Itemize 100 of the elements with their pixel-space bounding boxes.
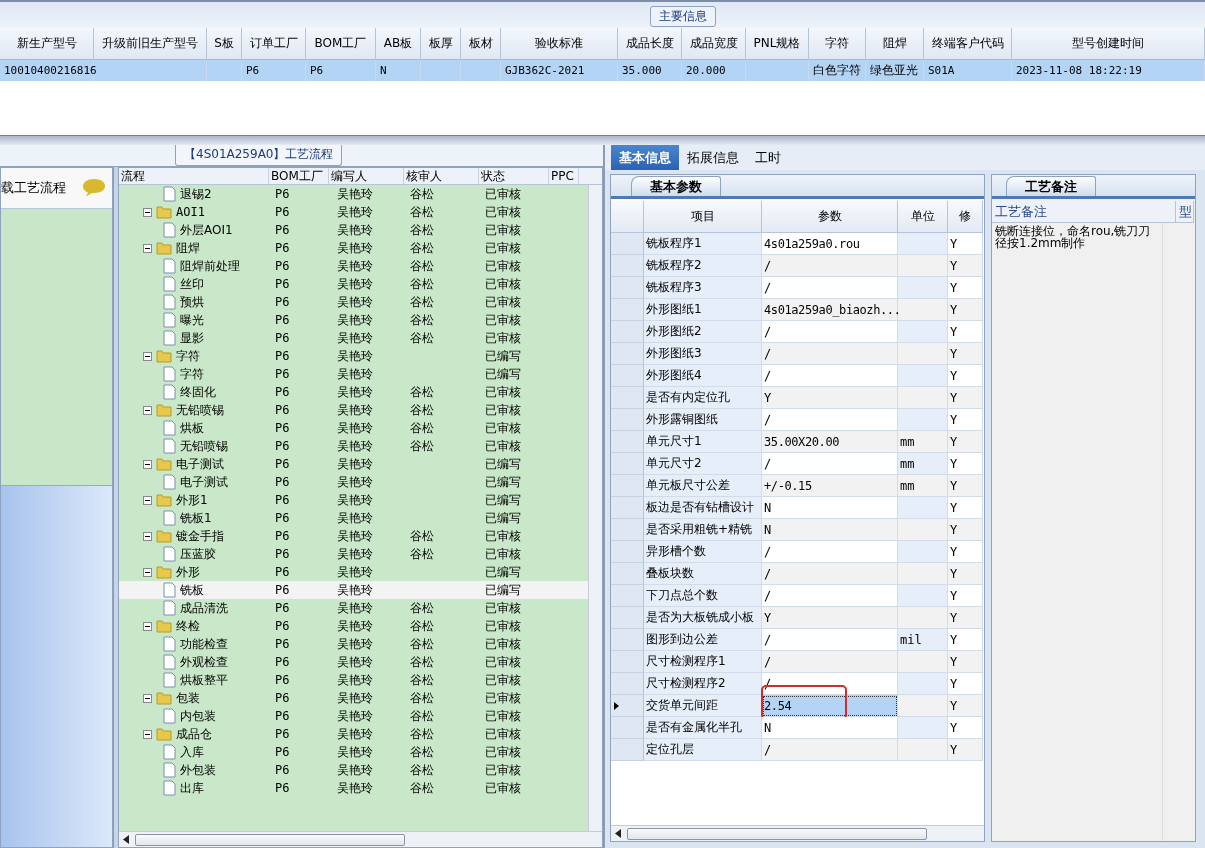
column-header[interactable]: 成品长度 — [618, 28, 682, 60]
param-cell[interactable]: / — [762, 255, 898, 277]
param-cell[interactable]: / — [762, 365, 898, 387]
param-cell[interactable]: N — [762, 497, 898, 519]
table-row[interactable]: 10010400216816 P6 P6 N GJB362C-2021 35.000 20.000 白色字符 绿色亚光 S01A 2023-11-08 18:22:19 — [0, 60, 1205, 81]
column-header[interactable]: S板 — [207, 28, 242, 60]
param-cell[interactable]: / — [762, 343, 898, 365]
scroll-left-icon[interactable] — [123, 835, 129, 844]
tree-row[interactable]: 电子测试 P6 吴艳玲 已编写 — [119, 473, 588, 491]
collapse-icon[interactable] — [143, 243, 152, 253]
column-header[interactable]: 板厚 — [421, 28, 461, 60]
tree-row[interactable]: 电子测试 P6 吴艳玲 已编写 — [119, 455, 588, 473]
param-cell[interactable]: +/-0.15 — [762, 475, 898, 497]
param-cell[interactable]: / — [762, 277, 898, 299]
tree-row[interactable]: 烘板 P6 吴艳玲 谷松 已审核 — [119, 419, 588, 437]
column-header[interactable]: 板材 — [461, 28, 501, 60]
tree-row[interactable]: 入库 P6 吴艳玲 谷松 已审核 — [119, 743, 588, 761]
scroll-left-icon[interactable] — [615, 829, 621, 838]
tree-row[interactable]: 阻焊 P6 吴艳玲 谷松 已审核 — [119, 239, 588, 257]
param-cell[interactable]: / — [762, 651, 898, 673]
column-header[interactable]: 阻焊 — [866, 28, 924, 60]
splitter-bar[interactable] — [113, 167, 118, 848]
tab[interactable]: 基本信息 — [611, 145, 679, 170]
column-header[interactable]: 单位 — [898, 201, 948, 233]
tree-row[interactable]: 烘板整平 P6 吴艳玲 谷松 已审核 — [119, 671, 588, 689]
collapse-icon[interactable] — [143, 495, 152, 505]
tree-row[interactable]: 无铅喷锡 P6 吴艳玲 谷松 已审核 — [119, 437, 588, 455]
tree-row[interactable]: AOI1 P6 吴艳玲 谷松 已审核 — [119, 203, 588, 221]
collapse-icon[interactable] — [143, 531, 152, 541]
splitter-bar[interactable] — [0, 135, 1205, 145]
tree-row[interactable]: 阻焊前处理 P6 吴艳玲 谷松 已审核 — [119, 257, 588, 275]
param-cell[interactable]: / — [762, 563, 898, 585]
param-cell[interactable]: / — [762, 409, 898, 431]
collapse-icon[interactable] — [143, 729, 152, 739]
param-cell[interactable]: / — [762, 629, 898, 651]
column-header[interactable]: 参数 — [762, 201, 898, 233]
tree-row[interactable]: 预烘 P6 吴艳玲 谷松 已审核 — [119, 293, 588, 311]
tab[interactable]: 工时 — [747, 145, 789, 170]
collapse-icon[interactable] — [143, 621, 152, 631]
param-cell[interactable]: N — [762, 519, 898, 541]
tree-row[interactable]: 成品清洗 P6 吴艳玲 谷松 已审核 — [119, 599, 588, 617]
column-header[interactable]: AB板 — [376, 28, 421, 60]
vertical-scrollbar[interactable] — [588, 185, 602, 831]
tree-row[interactable]: 成品仓 P6 吴艳玲 谷松 已审核 — [119, 725, 588, 743]
column-header[interactable]: 终端客户代码 — [924, 28, 1012, 60]
param-cell[interactable]: 35.00X20.00 — [762, 431, 898, 453]
column-header[interactable]: PNL规格 — [746, 28, 809, 60]
column-header[interactable]: 型 — [1176, 201, 1194, 223]
param-cell[interactable]: 4s01a259a0_biaozh... — [762, 299, 898, 321]
collapse-icon[interactable] — [143, 693, 152, 703]
column-header[interactable]: 项目 — [644, 201, 762, 233]
tree-row[interactable]: 显影 P6 吴艳玲 谷松 已审核 — [119, 329, 588, 347]
column-header[interactable]: 流程 — [119, 168, 269, 184]
tree-row[interactable]: 丝印 P6 吴艳玲 谷松 已审核 — [119, 275, 588, 293]
param-cell[interactable]: / — [762, 585, 898, 607]
tree-row[interactable]: 外形1 P6 吴艳玲 已编写 — [119, 491, 588, 509]
column-header[interactable]: PPC — [549, 168, 579, 184]
param-cell[interactable]: / — [762, 321, 898, 343]
speech-bubble-icon[interactable] — [82, 178, 106, 198]
tree-row[interactable]: 终检 P6 吴艳玲 谷松 已审核 — [119, 617, 588, 635]
collapse-icon[interactable] — [143, 405, 152, 415]
column-header[interactable]: BOM工厂 — [269, 168, 329, 184]
column-header[interactable]: BOM工厂 — [306, 28, 376, 60]
tree-row[interactable]: 铣板 P6 吴艳玲 已编写 — [119, 581, 588, 599]
tree-row[interactable]: 铣板1 P6 吴艳玲 已编写 — [119, 509, 588, 527]
tree-row[interactable]: 无铅喷锡 P6 吴艳玲 谷松 已审核 — [119, 401, 588, 419]
horizontal-scrollbar[interactable] — [119, 831, 602, 847]
param-cell[interactable]: / — [762, 541, 898, 563]
row-header[interactable] — [611, 695, 644, 717]
param-cell[interactable]: Y — [762, 387, 898, 409]
tree-row[interactable]: 外形 P6 吴艳玲 已编写 — [119, 563, 588, 581]
tree-row[interactable]: 字符 P6 吴艳玲 已编写 — [119, 347, 588, 365]
column-header[interactable]: 升级前旧生产型号 — [94, 28, 207, 60]
column-header[interactable]: 订单工厂 — [242, 28, 306, 60]
sub-tab[interactable]: 工艺备注 — [1006, 176, 1096, 196]
collapse-icon[interactable] — [143, 459, 152, 469]
tree-row[interactable]: 终固化 P6 吴艳玲 谷松 已审核 — [119, 383, 588, 401]
horizontal-scrollbar[interactable] — [611, 825, 984, 841]
param-cell[interactable]: 2.54 — [762, 695, 898, 717]
column-header[interactable]: 字符 — [809, 28, 866, 60]
tree-row[interactable]: 外观检查 P6 吴艳玲 谷松 已审核 — [119, 653, 588, 671]
tree-row[interactable]: 镀金手指 P6 吴艳玲 谷松 已审核 — [119, 527, 588, 545]
column-header[interactable]: 编写人 — [329, 168, 404, 184]
note-text[interactable]: 铣断连接位，命名rou,铣刀刀径按1.2mm制作 — [992, 223, 1162, 841]
collapse-icon[interactable] — [143, 207, 152, 217]
param-cell[interactable]: Y — [762, 607, 898, 629]
tree-row[interactable]: 退锡2 P6 吴艳玲 谷松 已审核 — [119, 185, 588, 203]
column-header[interactable]: 修 — [948, 201, 983, 233]
scroll-thumb[interactable] — [135, 833, 405, 846]
param-cell[interactable]: / — [762, 453, 898, 475]
scroll-thumb[interactable] — [627, 827, 927, 840]
tree-row[interactable]: 字符 P6 吴艳玲 已编写 — [119, 365, 588, 383]
param-cell[interactable]: N — [762, 717, 898, 739]
tree-row[interactable]: 功能检查 P6 吴艳玲 谷松 已审核 — [119, 635, 588, 653]
column-header[interactable]: 验收标准 — [501, 28, 618, 60]
tree-row[interactable]: 内包装 P6 吴艳玲 谷松 已审核 — [119, 707, 588, 725]
tree-row[interactable]: 包装 P6 吴艳玲 谷松 已审核 — [119, 689, 588, 707]
column-header[interactable]: 状态 — [479, 168, 549, 184]
sub-tab[interactable]: 基本参数 — [631, 176, 721, 196]
collapse-icon[interactable] — [143, 567, 152, 577]
